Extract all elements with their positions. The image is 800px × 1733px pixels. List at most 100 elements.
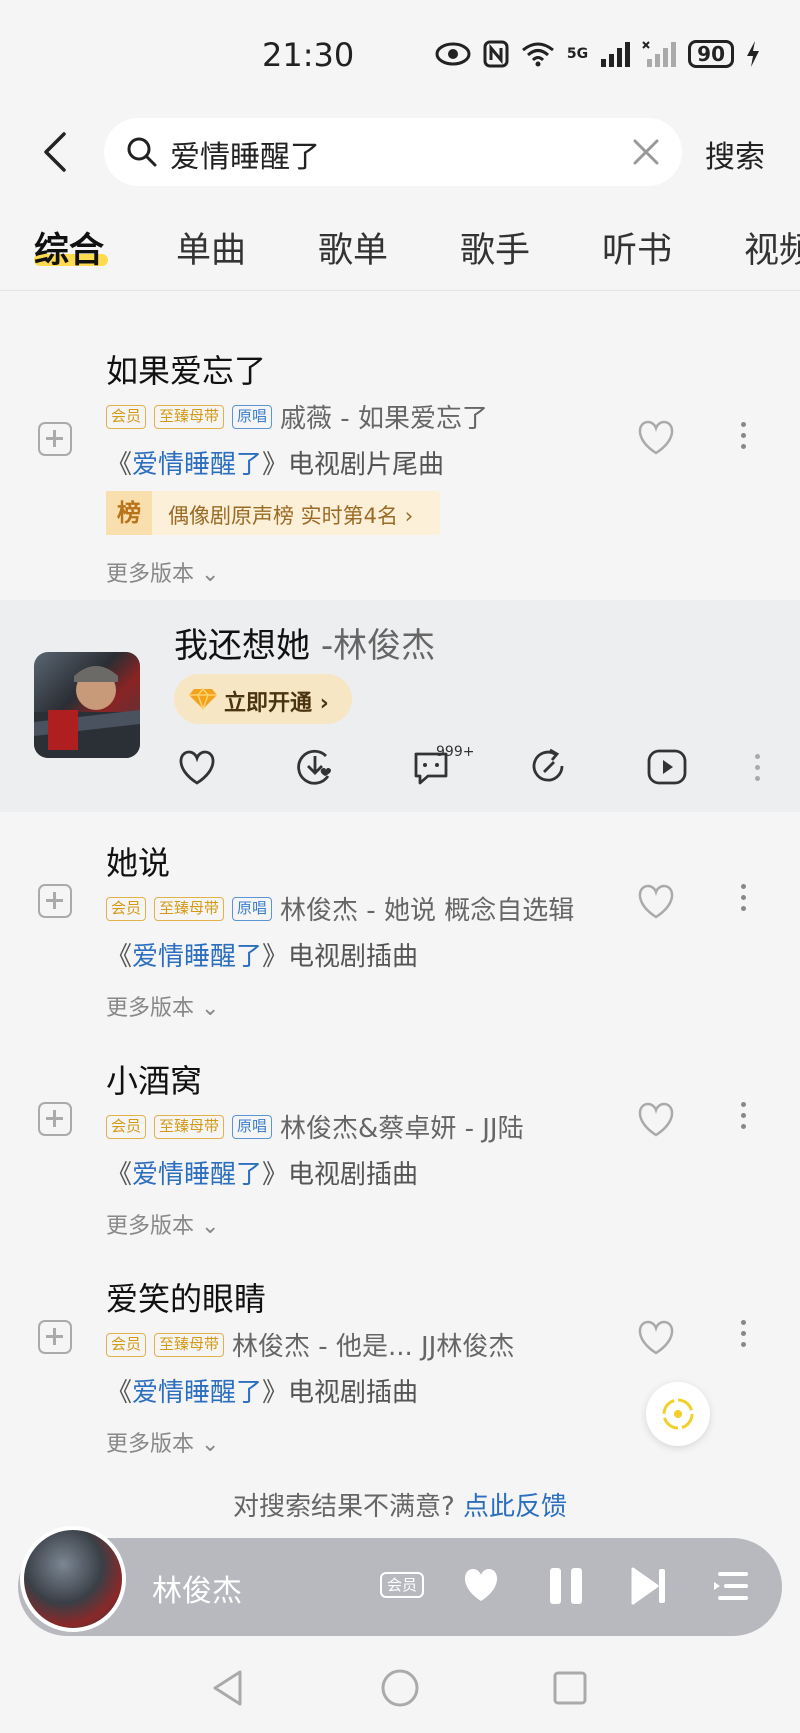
desc-prefix: 《: [106, 1378, 133, 1408]
more-options-icon[interactable]: [741, 1096, 749, 1135]
more-options-icon[interactable]: [741, 416, 749, 455]
next-track-icon[interactable]: [630, 1566, 668, 1606]
vip-tag: 会员: [106, 404, 147, 429]
more-versions-label[interactable]: 更多版本: [106, 1214, 194, 1239]
heart-icon[interactable]: [636, 1320, 676, 1356]
tab-artists[interactable]: 歌手: [460, 222, 530, 273]
desc-highlight[interactable]: 爱情睡醒了: [132, 942, 262, 972]
tab-audiobooks[interactable]: 听书: [602, 222, 672, 273]
tab-playlists[interactable]: 歌单: [318, 222, 388, 273]
album-cover[interactable]: [34, 652, 140, 758]
master-quality-tag: 至臻母带: [154, 1114, 225, 1139]
download-icon[interactable]: [294, 746, 336, 788]
more-versions-label[interactable]: 更多版本: [106, 1432, 194, 1457]
song-artist: 林俊杰&蔡卓妍 - JJ陆: [280, 1114, 524, 1144]
original-tag: 原唱: [232, 896, 273, 921]
chevron-right-icon: ›: [319, 691, 329, 716]
heart-icon[interactable]: [636, 420, 676, 456]
mini-heart-icon[interactable]: [460, 1566, 502, 1604]
add-to-playlist-icon[interactable]: [38, 422, 72, 456]
tab-songs[interactable]: 单曲: [176, 222, 246, 273]
wifi-icon: [521, 42, 554, 67]
chart-badge[interactable]: 榜 偶像剧原声榜 实时第4名 ›: [106, 491, 440, 535]
more-options-icon[interactable]: [741, 1314, 749, 1353]
desc-suffix: 》电视剧插曲: [262, 1160, 419, 1190]
vip-activate-button[interactable]: 立即开通 ›: [174, 674, 352, 724]
add-to-playlist-icon[interactable]: [38, 884, 72, 918]
mini-player-vip-badge: 会员: [380, 1572, 424, 1598]
more-versions-label[interactable]: 更多版本: [106, 996, 194, 1021]
tab-videos[interactable]: 视频: [744, 231, 800, 271]
back-arrow-icon[interactable]: [36, 130, 76, 174]
more-versions[interactable]: 更多版本 ⌄: [106, 1426, 219, 1458]
desc-highlight[interactable]: 爱情睡醒了: [132, 1160, 262, 1190]
chevron-down-icon: ⌄: [201, 1432, 220, 1457]
mini-player-cover[interactable]: [20, 1526, 126, 1632]
song-desc: 《爱情睡醒了》电视剧插曲: [106, 1154, 418, 1191]
chart-text: 偶像剧原声榜 实时第4名 ›: [168, 500, 413, 530]
more-versions[interactable]: 更多版本 ⌄: [106, 1208, 219, 1240]
tab-all[interactable]: 综合: [34, 222, 104, 273]
master-quality-tag: 至臻母带: [154, 1332, 225, 1357]
song-artist: 戚薇 - 如果爱忘了: [280, 404, 488, 434]
more-options-icon[interactable]: [741, 878, 749, 917]
search-button[interactable]: 搜索: [705, 132, 765, 176]
network-type: 5G: [566, 46, 589, 62]
desc-prefix: 《: [106, 450, 133, 480]
charging-icon: [747, 41, 759, 67]
song-desc: 《爱情睡醒了》电视剧片尾曲: [106, 444, 444, 481]
eye-icon: [435, 42, 471, 66]
heart-icon[interactable]: [636, 884, 676, 920]
chevron-down-icon: ⌄: [201, 996, 220, 1021]
search-input[interactable]: 爱情睡醒了: [104, 118, 682, 186]
vip-tag: 会员: [106, 1114, 147, 1139]
chevron-right-icon: ›: [404, 504, 414, 528]
song-title[interactable]: 如果爱忘了: [106, 346, 266, 392]
share-icon[interactable]: [528, 746, 570, 788]
clear-icon[interactable]: [632, 138, 660, 166]
song-meta: 会员 至臻母带 原唱 戚薇 - 如果爱忘了: [106, 398, 488, 435]
more-versions[interactable]: 更多版本 ⌄: [106, 556, 219, 588]
vip-activate-label: 立即开通 ›: [224, 685, 329, 717]
song-title[interactable]: 爱笑的眼睛: [106, 1274, 266, 1320]
heart-icon[interactable]: [636, 1102, 676, 1138]
now-playing-title[interactable]: 我还想她 -林俊杰: [174, 618, 435, 667]
master-quality-tag: 至臻母带: [154, 404, 225, 429]
pause-icon[interactable]: [548, 1566, 584, 1606]
diamond-icon: [189, 688, 217, 710]
desc-prefix: 《: [106, 1160, 133, 1190]
desc-highlight[interactable]: 爱情睡醒了: [132, 1378, 262, 1408]
nav-back-icon[interactable]: [210, 1668, 246, 1708]
add-to-playlist-icon[interactable]: [38, 1320, 72, 1354]
more-options-icon[interactable]: [755, 748, 763, 787]
status-time: 21:30: [262, 36, 355, 74]
vip-tag: 会员: [106, 1332, 147, 1357]
like-icon[interactable]: [176, 746, 218, 788]
original-tag: 原唱: [232, 404, 273, 429]
nav-recents-icon[interactable]: [552, 1670, 588, 1706]
play-video-icon[interactable]: [646, 746, 688, 788]
locate-current-button[interactable]: [646, 1382, 710, 1446]
song-title[interactable]: 她说: [106, 838, 170, 884]
battery-indicator: 90: [688, 40, 734, 68]
search-query[interactable]: 爱情睡醒了: [170, 132, 320, 176]
mini-player-title[interactable]: 林俊杰: [152, 1566, 242, 1610]
song-title[interactable]: 小酒窝: [106, 1056, 202, 1102]
song-desc: 《爱情睡醒了》电视剧插曲: [106, 1372, 418, 1409]
desc-highlight[interactable]: 爱情睡醒了: [132, 450, 262, 480]
search-icon: [127, 137, 157, 167]
feedback-line: 对搜索结果不满意? 点此反馈: [0, 1486, 800, 1523]
nav-home-icon[interactable]: [380, 1668, 420, 1708]
song-meta: 会员 至臻母带 原唱 林俊杰&蔡卓妍 - JJ陆: [106, 1108, 524, 1145]
album-art: [34, 666, 140, 758]
tab-videos-clip: 视频: [744, 222, 800, 273]
more-versions-label[interactable]: 更多版本: [106, 562, 194, 587]
chart-icon: 榜: [106, 491, 152, 535]
status-icons: 5G 90: [435, 40, 760, 68]
chevron-down-icon: ⌄: [201, 1214, 220, 1239]
playlist-queue-icon[interactable]: [712, 1566, 752, 1606]
vip-activate-text: 立即开通: [224, 691, 313, 716]
more-versions[interactable]: 更多版本 ⌄: [106, 990, 219, 1022]
feedback-link[interactable]: 点此反馈: [463, 1492, 567, 1522]
add-to-playlist-icon[interactable]: [38, 1102, 72, 1136]
